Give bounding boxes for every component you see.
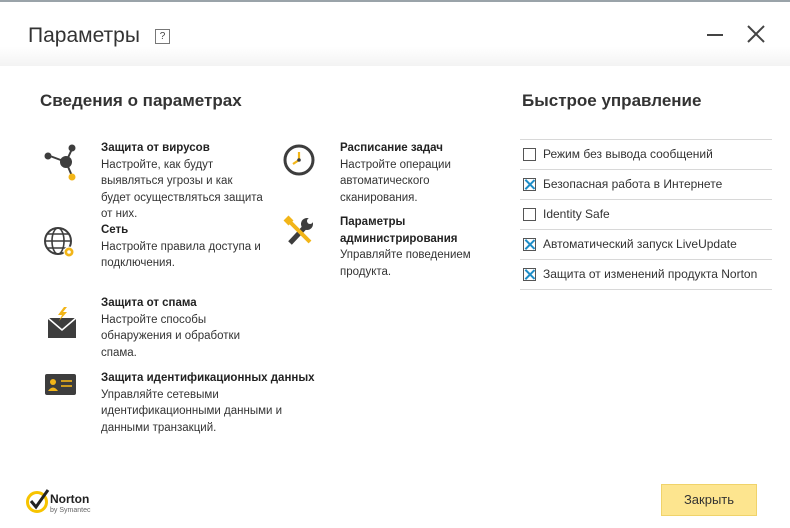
quick-control-row[interactable]: Режим без вывода сообщений xyxy=(520,140,772,170)
minimize-button[interactable] xyxy=(704,22,726,44)
settings-info-heading: Сведения о параметрах xyxy=(40,91,242,110)
logo-subtext: by Symantec xyxy=(50,507,91,514)
item-description-line: сканирования. xyxy=(340,191,418,204)
safe-web-checkbox[interactable] xyxy=(523,178,536,191)
item-description-line: Настройте операции xyxy=(340,158,451,171)
item-description-line: идентификационными данными и xyxy=(101,405,283,417)
quick-control-label: Автоматический запуск LiveUpdate xyxy=(543,237,737,251)
antispam-item[interactable]: Защита от спама Настройте способы обнару… xyxy=(101,295,281,361)
item-description-line: будет осуществляться защита xyxy=(101,191,263,204)
auto-liveupdate-checkbox[interactable] xyxy=(523,238,536,251)
identity-protection-item[interactable]: Защита идентификационных данных Управляй… xyxy=(101,370,341,436)
item-description-line: подключения. xyxy=(101,257,175,269)
silent-mode-checkbox[interactable] xyxy=(523,148,536,161)
antispam-mail-icon[interactable] xyxy=(46,306,80,342)
quick-control-label: Защита от изменений продукта Norton xyxy=(543,267,758,281)
item-description-line: Настройте способы xyxy=(101,313,207,326)
item-description-line: Управляйте сетевыми xyxy=(101,388,219,401)
item-title: администрирования xyxy=(340,232,458,245)
item-description-line: продукта. xyxy=(340,265,392,278)
tamper-protection-checkbox[interactable] xyxy=(523,268,536,281)
norton-check-icon xyxy=(26,489,50,513)
window-title: Параметры xyxy=(28,24,140,47)
clock-icon[interactable] xyxy=(283,144,317,178)
admin-settings-item[interactable]: Параметры администрирования Управляйте п… xyxy=(340,214,490,280)
task-schedule-item[interactable]: Расписание задач Настройте операции авто… xyxy=(340,140,490,206)
network-item[interactable]: Сеть Настройте правила доступа и подключ… xyxy=(101,222,281,272)
item-description-line: выявляться угрозы и как xyxy=(101,175,233,187)
item-title: Защита от вирусов xyxy=(101,142,210,154)
close-icon xyxy=(747,25,765,43)
close-button[interactable]: Закрыть xyxy=(661,484,757,516)
logo-text: Norton xyxy=(50,492,90,506)
item-description-line: автоматического xyxy=(340,175,430,187)
quick-controls-list: Режим без вывода сообщений Безопасная ра… xyxy=(520,139,772,290)
item-title: Защита от спама xyxy=(101,297,197,309)
quick-controls-heading: Быстрое управление xyxy=(522,91,702,110)
item-description-line: обнаружения и обработки xyxy=(101,330,241,342)
virus-protection-icon[interactable] xyxy=(42,142,78,182)
item-title: Сеть xyxy=(101,224,129,236)
title-bar: Параметры ? xyxy=(0,2,790,66)
quick-control-label: Identity Safe xyxy=(543,207,610,221)
help-icon[interactable]: ? xyxy=(155,29,170,44)
item-title: Параметры xyxy=(340,216,406,228)
quick-control-row[interactable]: Identity Safe xyxy=(520,200,772,230)
item-description-line: данными транзакций. xyxy=(101,421,217,434)
identity-card-icon[interactable] xyxy=(44,372,78,398)
item-description-line: Настройте, как будут xyxy=(101,158,214,171)
quick-control-label: Режим без вывода сообщений xyxy=(543,147,713,161)
close-window-button[interactable] xyxy=(744,22,768,46)
item-description-line: Управляйте поведением xyxy=(340,249,471,261)
identity-safe-checkbox[interactable] xyxy=(523,208,536,221)
item-title: Защита идентификационных данных xyxy=(101,372,315,384)
item-title: Расписание задач xyxy=(340,142,443,154)
item-description-line: спама. xyxy=(101,346,137,359)
quick-control-row[interactable]: Безопасная работа в Интернете xyxy=(520,170,772,200)
network-globe-icon[interactable] xyxy=(42,225,78,261)
virus-protection-item[interactable]: Защита от вирусов Настройте, как будут в… xyxy=(101,140,281,223)
quick-control-label: Безопасная работа в Интернете xyxy=(543,177,723,191)
admin-tools-icon[interactable] xyxy=(283,215,317,249)
norton-logo: Norton by Symantec xyxy=(26,486,106,518)
item-description-line: Настройте правила доступа и xyxy=(101,240,261,253)
quick-control-row[interactable]: Защита от изменений продукта Norton xyxy=(520,260,772,290)
quick-control-row[interactable]: Автоматический запуск LiveUpdate xyxy=(520,230,772,260)
item-description-line: от них. xyxy=(101,208,138,220)
